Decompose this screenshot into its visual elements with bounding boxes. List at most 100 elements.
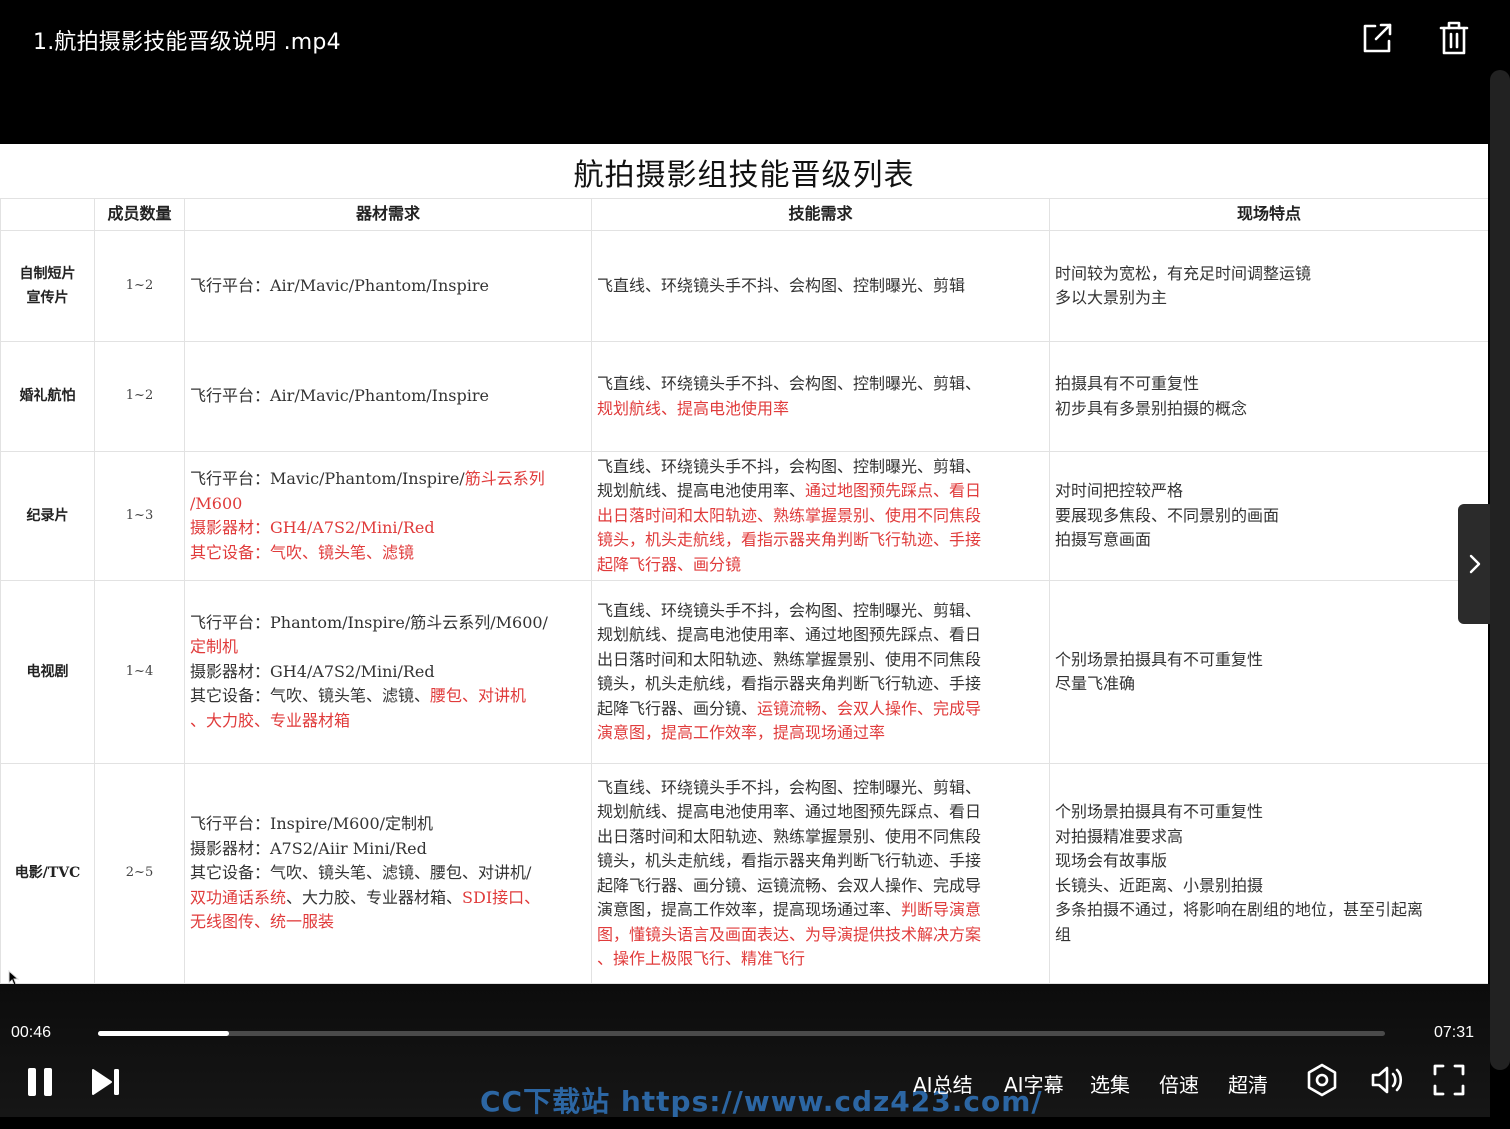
cell-text: 对拍摄精准要求高 [1055,826,1184,846]
cell-text: 宣传片 [26,290,69,306]
ai-subtitle-button[interactable]: AI字幕 [1004,1069,1064,1098]
cell-text: 拍摄写意画面 [1055,530,1152,550]
cell-line: 规划航线、提高电池使用率 [597,397,1044,422]
cell-text: 初步具有多景别拍摄的概念 [1055,398,1248,418]
chevron-right-icon [1469,554,1481,574]
equipment-cell: 飞行平台：Phantom/Inspire/筋斗云系列/M600/定制机 摄影器材：… [184,580,592,764]
skills-cell: 飞直线、环绕镜头手不抖、会构图、控制曝光、剪辑、 规划航线、提高电池使用率 [591,341,1050,452]
equipment-cell: 飞行平台：Air/Mavic/Phantom/Inspire [184,341,592,452]
cell-text: 飞行平台：Air/Mavic/Phantom/Inspire [190,386,489,406]
share-icon[interactable] [1360,20,1394,56]
cell-line: 对时间把控较严格 [1055,479,1483,504]
cell-text: 摄影器材：A7S2/Aiir Mini/Red [190,838,427,858]
cell-line: 出日落时间和太阳轨迹、熟练掌握景别、使用不同焦段 [597,648,1044,673]
cell-line: 飞行平台：Air/Mavic/Phantom/Inspire [190,274,586,299]
cell-line: 飞直线、环绕镜头手不抖、会构图、控制曝光、剪辑、 [597,372,1044,397]
skills-cell: 飞直线、环绕镜头手不抖，会构图、控制曝光、剪辑、规划航线、提高电池使用率、通过地… [591,763,1050,984]
video-title: 1.航拍摄影技能晋级说明 .mp4 [33,30,341,55]
cell-text: 时间较为宽松，有充足时间调整运镜 [1055,263,1312,283]
cell-line: 规划航线、提高电池使用率、通过地图预先踩点、看日 [597,800,1044,825]
equipment-cell: 飞行平台：Mavic/Phantom/Inspire/筋斗云系列/M600 摄影器… [184,451,592,581]
cell-line: 要展现多焦段、不同景别的画面 [1055,504,1483,529]
skills-cell: 飞直线、环绕镜头手不抖、会构图、控制曝光、剪辑 [591,230,1050,342]
cell-line: 出日落时间和太阳轨迹、熟练掌握景别、使用不同焦段 [597,504,1044,529]
highlighted-text: 出日落时间和太阳轨迹、熟练掌握景别、使用不同焦段 [597,505,982,525]
volume-icon[interactable] [1369,1062,1405,1098]
highlighted-text: 腰包、对讲机 [430,686,527,706]
features-cell: 对时间把控较严格要展现多焦段、不同景别的画面 拍摄写意画面 [1049,451,1488,581]
video-frame: 航拍摄影组技能晋级列表 成员数量 器材需求 技能需求 现场特点 自制短片 宣传片 1… [0,144,1488,984]
cell-line: 拍摄写意画面 [1055,528,1483,553]
fullscreen-icon[interactable] [1431,1062,1467,1098]
features-cell: 个别场景拍摄具有不可重复性尽量飞准确 [1049,580,1488,764]
episode-select-button[interactable]: 选集 [1090,1069,1130,1098]
cell-text: 飞行平台：Inspire/M600/定制机 [190,814,434,834]
member-count: 1~2 [94,230,185,342]
cell-line: 个别场景拍摄具有不可重复性 [1055,800,1483,825]
cell-line: 多以大景别为主 [1055,286,1483,311]
highlighted-text: 、大力胶、专业器材箱 [190,710,351,730]
cell-text: 演意图，提高工作效率，提高现场通过率、 [597,900,902,919]
member-count: 1~3 [94,451,185,581]
cell-text: 起降飞行器、画分镜、运镜流畅、会双人操作、完成导 [597,875,982,895]
cell-line: 飞直线、环绕镜头手不抖、会构图、控制曝光、剪辑 [597,274,1044,299]
features-cell: 个别场景拍摄具有不可重复性 对拍摄精准要求高 现场会有故事版 长镜头、近距离、小景别拍… [1049,763,1488,984]
cell-text: 个别场景拍摄具有不可重复性 [1055,649,1264,669]
cell-line: 、操作上极限飞行、精准飞行 [597,947,1044,972]
slide-title: 航拍摄影组技能晋级列表 [573,158,915,193]
cell-text: 对时间把控较严格 [1055,481,1184,501]
cell-line: 多条拍摄不通过，将影响在剧组的地位，甚至引起离 [1055,898,1483,923]
highlighted-text: 镜头，机头走航线，看指示器夹角判断飞行轨迹、手接 [597,530,982,550]
speed-button[interactable]: 倍速 [1159,1069,1199,1098]
cell-line: 无线图传、统一服装 [190,910,586,935]
progress-bar[interactable] [98,1031,1385,1036]
highlighted-text: 规划航线、提高电池使用率 [597,398,790,418]
cell-text: 出日落时间和太阳轨迹、熟练掌握景别、使用不同焦段 [597,826,982,846]
row-category: 自制短片 宣传片 [0,230,95,342]
table-row: 电影/TVC 2~5 飞行平台：Inspire/M600/定制机 摄影器材：A7S2/… [0,763,1488,984]
cell-text: 起降飞行器、画分镜、 [597,698,758,718]
delete-icon[interactable] [1437,20,1471,56]
skills-table: 成员数量 器材需求 技能需求 现场特点 自制短片 宣传片 1~2 飞行平台：Air/M… [0,198,1488,984]
settings-icon[interactable] [1304,1062,1340,1098]
cell-line: 起降飞行器、画分镜 [597,553,1044,578]
member-count: 1~4 [94,580,185,764]
table-row: 纪录片 1~3 飞行平台：Mavic/Phantom/Inspire/筋斗云系列/M… [0,451,1488,581]
table-header: 技能需求 [591,198,1050,231]
cell-line: 出日落时间和太阳轨迹、熟练掌握景别、使用不同焦段 [597,825,1044,850]
features-cell: 时间较为宽松，有充足时间调整运镜多以大景别为主 [1049,230,1488,342]
table-row: 婚礼航怕 1~2 飞行平台：Air/Mavic/Phantom/Inspire 飞直线… [0,341,1488,452]
cell-text: 个别场景拍摄具有不可重复性 [1055,802,1264,821]
next-panel-button[interactable] [1458,504,1490,624]
pause-icon[interactable] [25,1066,57,1098]
cell-line: 飞行平台：Inspire/M600/定制机 [190,812,586,837]
ai-summary-button[interactable]: AI总结 [913,1069,973,1098]
cell-line: 时间较为宽松，有充足时间调整运镜 [1055,262,1483,287]
highlighted-text: 演意图，提高工作效率，提高现场通过率 [597,723,886,742]
video-player: 1.航拍摄影技能晋级说明 .mp4 航拍摄影组技能晋级列表 成员数量 器材需求 … [0,0,1510,1129]
cell-text: 、大力胶、专业器材箱、 [286,887,463,907]
cell-line: 其它设备：气吹、镜头笔、滤镜、腰包、对讲机 [190,684,586,709]
cell-line: 初步具有多景别拍摄的概念 [1055,397,1483,422]
cell-text: 摄影器材：GH4/A7S2/Mini/Red [190,661,435,681]
cell-line: 尽量飞准确 [1055,672,1483,697]
highlighted-text: 图，懂镜头语言及画面表达、为导演提供技术解决方案 [597,924,982,944]
cell-line: 对拍摄精准要求高 [1055,825,1483,850]
cell-line: 镜头，机头走航线，看指示器夹角判断飞行轨迹、手接 [597,672,1044,697]
cell-text: 出日落时间和太阳轨迹、熟练掌握景别、使用不同焦段 [597,649,982,669]
cell-text: 其它设备：气吹、镜头笔、滤镜、 [190,686,431,706]
cell-text: 组 [1055,924,1072,944]
highlighted-text: 无线图传、统一服装 [190,912,335,932]
cell-line: 现场会有故事版 [1055,849,1483,874]
cell-text: 飞直线、环绕镜头手不抖，会构图、控制曝光、剪辑、 [597,456,982,476]
cell-text: 多条拍摄不通过，将影响在剧组的地位，甚至引起离 [1055,900,1424,919]
cell-text: 飞行平台：Phantom/Inspire/筋斗云系列/M600/ [190,612,548,632]
skills-cell: 飞直线、环绕镜头手不抖，会构图、控制曝光、剪辑、 规划航线、提高电池使用率、通过地… [591,451,1050,581]
cell-line: 图，懂镜头语言及画面表达、为导演提供技术解决方案 [597,923,1044,948]
cell-line: 起降飞行器、画分镜、运镜流畅、会双人操作、完成导 [597,697,1044,722]
next-icon[interactable] [90,1066,122,1098]
skills-cell: 飞直线、环绕镜头手不抖，会构图、控制曝光、剪辑、 规划航线、提高电池使用率、通过地… [591,580,1050,764]
cell-text: 飞直线、环绕镜头手不抖，会构图、控制曝光、剪辑、 [597,777,982,797]
quality-button[interactable]: 超清 [1228,1069,1268,1098]
cell-line: 飞直线、环绕镜头手不抖，会构图、控制曝光、剪辑、 [597,599,1044,624]
